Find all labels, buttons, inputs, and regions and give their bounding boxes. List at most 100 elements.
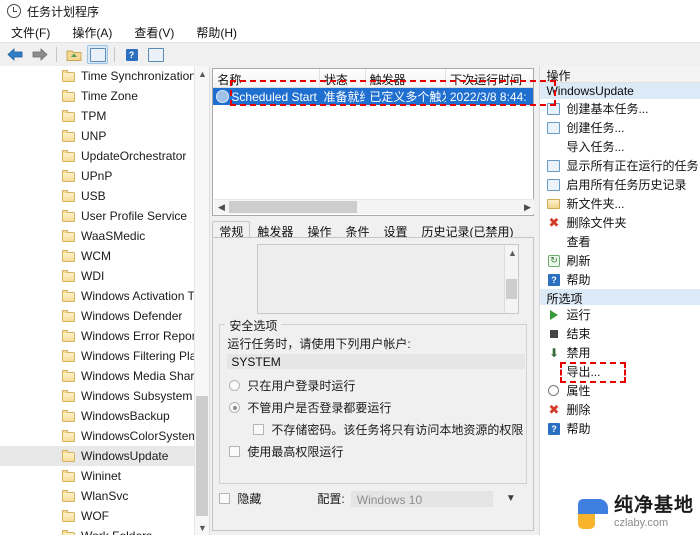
scroll-right-icon[interactable]: ▶: [520, 200, 534, 214]
configure-select[interactable]: Windows 10 ▼: [350, 490, 516, 507]
action-create-basic-task[interactable]: 创建基本任务...: [540, 99, 700, 118]
tree-item[interactable]: WindowsColorSystem: [0, 426, 196, 446]
column-trigger[interactable]: 触发器: [366, 69, 447, 87]
task-scheduler-window: 任务计划程序 文件(F) 操作(A) 查看(V) 帮助(H) ? Time Sy…: [0, 0, 700, 535]
forward-button[interactable]: [29, 45, 50, 64]
action-show-running-tasks[interactable]: 显示所有正在运行的任务: [540, 156, 700, 175]
tree-item[interactable]: USB: [0, 186, 196, 206]
delete-icon: ✖: [548, 215, 560, 230]
task-list-hscrollbar[interactable]: ◀ ▶: [214, 199, 535, 214]
show-pane-button[interactable]: [87, 45, 108, 64]
menu-action[interactable]: 操作(A): [69, 23, 115, 42]
tab-settings[interactable]: 设置: [376, 221, 414, 239]
checkbox-hidden[interactable]: [219, 493, 231, 504]
folder-icon: [62, 349, 76, 362]
checkbox-do-not-store-password[interactable]: 不存储密码。该任务将只有访问本地资源的权限: [253, 421, 523, 438]
action-help[interactable]: ? 帮助: [540, 270, 700, 289]
tree-scrollbar-thumb[interactable]: [196, 396, 209, 516]
checkbox-run-with-highest-privileges[interactable]: 使用最高权限运行: [229, 443, 343, 460]
tree-item[interactable]: WOF: [0, 506, 196, 526]
tree-item[interactable]: Time Zone: [0, 86, 196, 106]
folder-icon: [62, 389, 76, 402]
action-enable-history[interactable]: 启用所有任务历史记录: [540, 175, 700, 194]
action-delete-folder[interactable]: ✖ 删除文件夹: [540, 213, 700, 232]
tree-item[interactable]: Work Folders: [0, 526, 196, 535]
chevron-down-icon[interactable]: ▼: [506, 493, 516, 504]
column-next-run[interactable]: 下次运行时间: [446, 69, 533, 87]
back-button[interactable]: [5, 45, 26, 64]
menu-help[interactable]: 帮助(H): [193, 23, 240, 42]
main-panes: Time Synchronization Time Zone TPM UNP Updat…: [0, 66, 700, 535]
help-icon: ?: [546, 273, 561, 287]
tree-item-label: WCM: [81, 249, 111, 263]
radio-button[interactable]: [229, 380, 241, 391]
action-pane-button[interactable]: [145, 45, 166, 64]
tree-item[interactable]: Windows Subsystem For Li: [0, 386, 196, 406]
tree-item-label: UNP: [81, 129, 107, 143]
folder-icon: [62, 369, 76, 382]
tree-item[interactable]: User Profile Service: [0, 206, 196, 226]
tree-item[interactable]: Windows Defender: [0, 306, 196, 326]
tree-item[interactable]: WlanSvc: [0, 486, 196, 506]
scroll-up-icon[interactable]: ▲: [195, 66, 209, 81]
tree-item[interactable]: Windows Filtering Platform: [0, 346, 196, 366]
action-new-folder[interactable]: 新文件夹...: [540, 194, 700, 213]
action-refresh[interactable]: ↻ 刷新: [540, 251, 700, 270]
actions-folder-section-title: WindowsUpdate: [540, 83, 700, 99]
tree-item[interactable]: WCM: [0, 246, 196, 266]
action-label: 禁用: [566, 346, 591, 360]
action-properties[interactable]: 属性: [540, 381, 700, 400]
column-name[interactable]: 名称: [213, 69, 320, 87]
tree-item[interactable]: WDI: [0, 266, 196, 286]
scroll-left-icon[interactable]: ◀: [214, 200, 228, 214]
hscrollbar-thumb[interactable]: [229, 201, 358, 213]
tree-item-label: WaaSMedic: [81, 229, 146, 243]
tree-item[interactable]: Windows Media Sharing: [0, 366, 196, 386]
up-folder-button[interactable]: [63, 45, 84, 64]
action-delete[interactable]: ✖ 删除: [540, 400, 700, 419]
action-help-2[interactable]: ? 帮助: [540, 419, 700, 438]
tree-item[interactable]: WindowsBackup: [0, 406, 196, 426]
action-end[interactable]: 结束: [540, 324, 700, 343]
new-folder-icon: [546, 197, 561, 211]
desc-scroll-up-icon[interactable]: ▲: [505, 245, 519, 260]
tree-item[interactable]: Wininet: [0, 466, 196, 486]
action-disable[interactable]: ⬇ 禁用: [540, 343, 700, 362]
radio-run-only-when-logged-on[interactable]: 只在用户登录时运行: [229, 377, 355, 394]
radio-label: 不管用户是否登录都要运行: [247, 401, 392, 415]
menu-file[interactable]: 文件(F): [8, 23, 53, 42]
radio-button-selected[interactable]: [229, 402, 241, 413]
tab-general[interactable]: 常规: [212, 221, 251, 239]
tree-item[interactable]: Windows Error Reporting: [0, 326, 196, 346]
tree-item[interactable]: WindowsUpdate: [0, 446, 196, 466]
tab-actions[interactable]: 操作: [300, 221, 338, 239]
table-row[interactable]: Scheduled Start 准备就绪 已定义多个触发器 2022/3/8 8…: [213, 88, 534, 105]
tree-item[interactable]: UPnP: [0, 166, 196, 186]
tree-item[interactable]: UpdateOrchestrator: [0, 146, 196, 166]
help-button[interactable]: ?: [121, 45, 142, 64]
action-export[interactable]: 导出...: [540, 362, 700, 381]
desc-scrollbar-thumb[interactable]: [506, 279, 518, 299]
checkbox[interactable]: [229, 446, 241, 457]
tree-item[interactable]: WaaSMedic: [0, 226, 196, 246]
tab-conditions[interactable]: 条件: [338, 221, 376, 239]
task-detail-pane: 名称 状态 触发器 下次运行时间 Scheduled Start 准备就绪 已定…: [210, 66, 540, 535]
description-scrollbar[interactable]: ▲: [504, 245, 519, 313]
tree-item[interactable]: Time Synchronization: [0, 66, 196, 86]
tab-history[interactable]: 历史记录(已禁用): [414, 221, 520, 239]
radio-run-whether-logged-on[interactable]: 不管用户是否登录都要运行: [229, 399, 391, 416]
tree-item[interactable]: UNP: [0, 126, 196, 146]
column-status[interactable]: 状态: [320, 69, 366, 87]
tree-item[interactable]: TPM: [0, 106, 196, 126]
action-run[interactable]: 运行: [540, 305, 700, 324]
tree-scrollbar[interactable]: ▲ ▼: [194, 66, 210, 535]
action-import-task[interactable]: 导入任务...: [540, 137, 700, 156]
scroll-down-icon[interactable]: ▼: [195, 520, 209, 535]
checkbox[interactable]: [253, 424, 265, 435]
menu-view[interactable]: 查看(V): [131, 23, 177, 42]
action-create-task[interactable]: 创建任务...: [540, 118, 700, 137]
action-view[interactable]: 查看: [540, 232, 700, 251]
description-field[interactable]: ▲: [257, 244, 520, 314]
tab-triggers[interactable]: 触发器: [250, 221, 300, 239]
tree-item[interactable]: Windows Activation Techno: [0, 286, 196, 306]
